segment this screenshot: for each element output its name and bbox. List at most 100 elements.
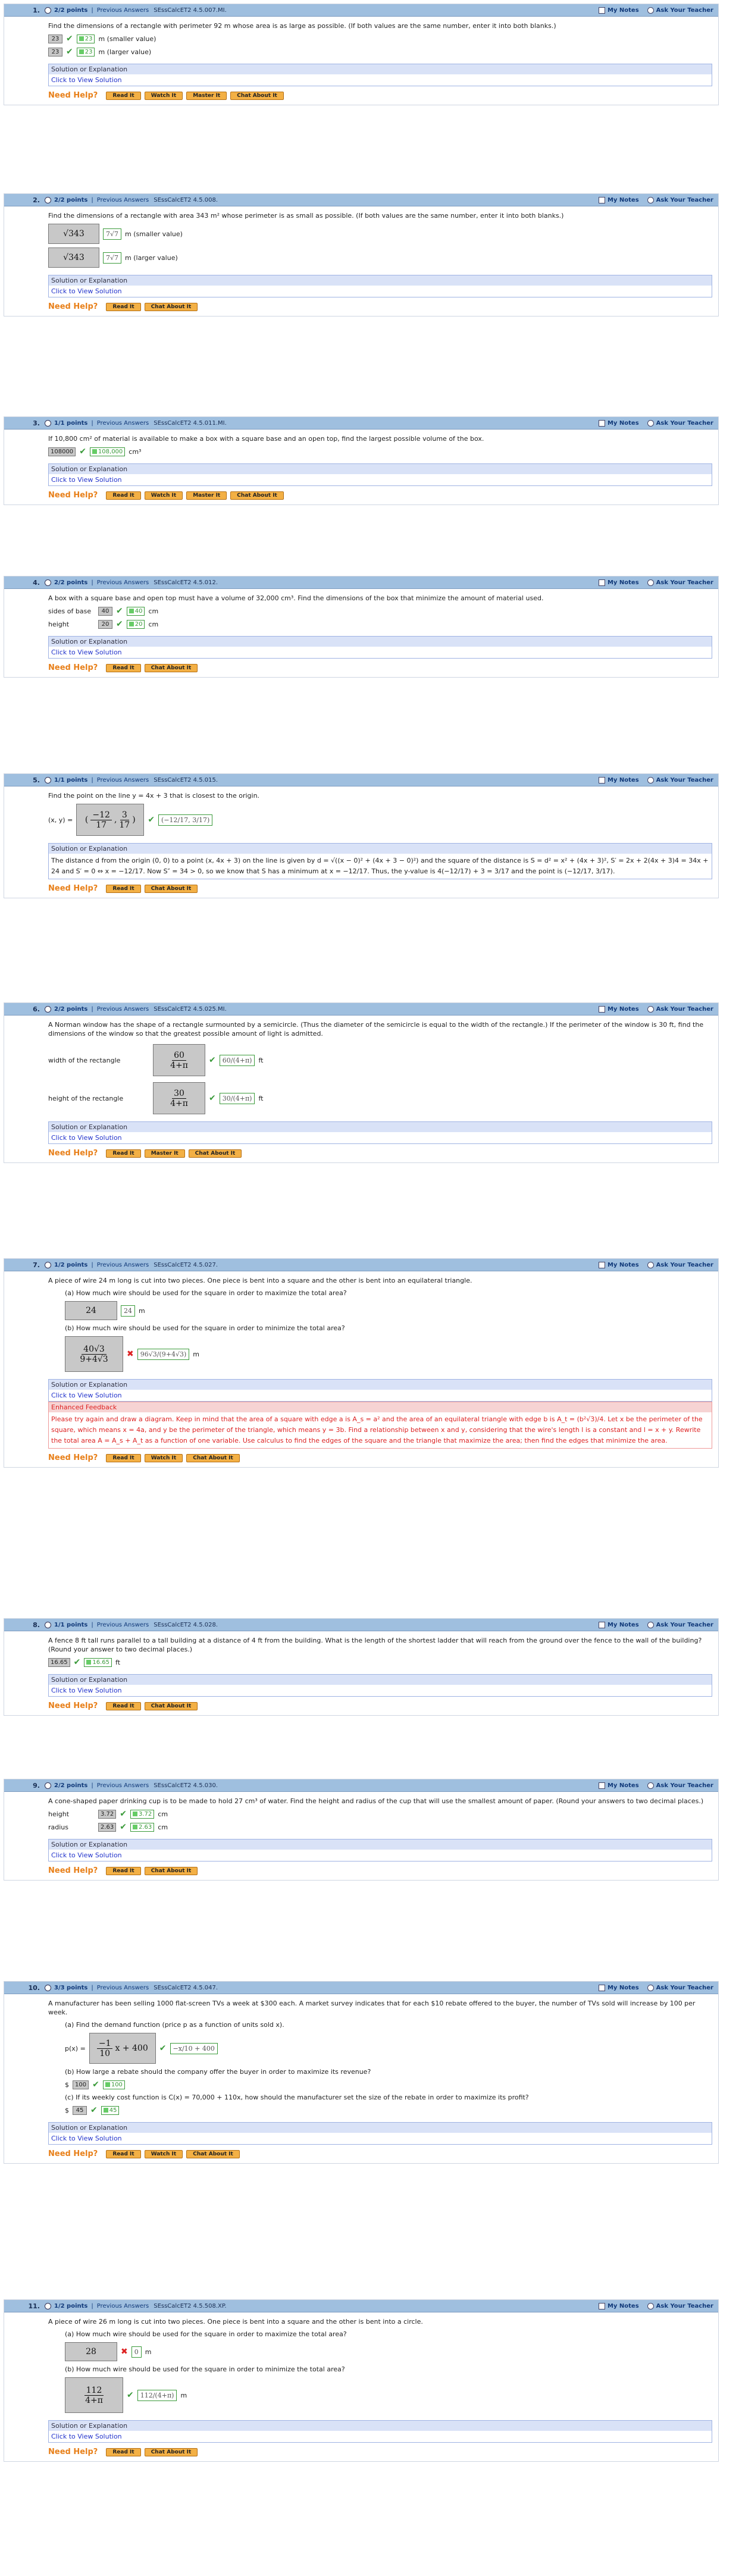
math-answer-box[interactable]: 30 4+π (153, 1082, 205, 1114)
my-notes-toggle[interactable]: My Notes (598, 2302, 639, 2309)
math-answer-box[interactable]: 60 4+π (153, 1044, 205, 1076)
submitted-answer[interactable]: 20 (98, 619, 112, 629)
radio-icon[interactable] (647, 2302, 654, 2309)
my-notes-toggle[interactable]: My Notes (598, 419, 639, 427)
radio-icon[interactable] (647, 1005, 654, 1013)
master-it-button[interactable]: Master It (144, 1149, 185, 1158)
chat-about-it-button[interactable]: Chat About It (186, 2149, 240, 2158)
checkbox-icon[interactable] (598, 1782, 605, 1789)
radio-icon[interactable] (647, 419, 654, 427)
ask-teacher-toggle[interactable]: Ask Your Teacher (647, 196, 713, 203)
read-it-button[interactable]: Read It (106, 1149, 141, 1158)
checkbox-icon[interactable] (598, 419, 605, 427)
ask-teacher-toggle[interactable]: Ask Your Teacher (647, 7, 713, 14)
checkbox-icon[interactable] (598, 7, 605, 14)
radio-icon[interactable] (647, 1621, 654, 1628)
my-notes-toggle[interactable]: My Notes (598, 579, 639, 586)
my-notes-toggle[interactable]: My Notes (598, 196, 639, 203)
ask-teacher-toggle[interactable]: Ask Your Teacher (647, 1984, 713, 1991)
radio-icon[interactable] (647, 776, 654, 784)
my-notes-toggle[interactable]: My Notes (598, 1005, 639, 1013)
ask-teacher-toggle[interactable]: Ask Your Teacher (647, 419, 713, 427)
ask-teacher-toggle[interactable]: Ask Your Teacher (647, 579, 713, 586)
previous-answers-link[interactable]: Previous Answers (97, 579, 149, 586)
chat-about-it-button[interactable]: Chat About It (144, 663, 198, 672)
read-it-button[interactable]: Read It (106, 302, 141, 311)
submitted-answer[interactable]: 40 (98, 606, 112, 616)
ask-teacher-toggle[interactable]: Ask Your Teacher (647, 1621, 713, 1628)
chat-about-it-button[interactable]: Chat About It (186, 1453, 240, 1462)
math-answer-box[interactable]: 112 4+π (65, 2377, 123, 2413)
radio-icon[interactable] (647, 1984, 654, 1991)
previous-answers-link[interactable]: Previous Answers (97, 2303, 149, 2309)
checkbox-icon[interactable] (598, 579, 605, 586)
chat-about-it-button[interactable]: Chat About It (230, 491, 284, 500)
chat-about-it-button[interactable]: Chat About It (188, 1149, 242, 1158)
previous-answers-link[interactable]: Previous Answers (97, 1006, 149, 1013)
math-answer-box[interactable]: 28 (65, 2342, 117, 2361)
my-notes-toggle[interactable]: My Notes (598, 1782, 639, 1789)
math-answer-box[interactable]: (−12 17, 3 17) (76, 804, 145, 836)
read-it-button[interactable]: Read It (106, 1866, 141, 1875)
chat-about-it-button[interactable]: Chat About It (144, 1866, 198, 1875)
read-it-button[interactable]: Read It (106, 884, 141, 893)
math-answer-box[interactable]: −1 10 x + 400 (89, 2033, 156, 2064)
previous-answers-link[interactable]: Previous Answers (97, 1782, 149, 1789)
watch-it-button[interactable]: Watch It (144, 491, 183, 500)
checkbox-icon[interactable] (598, 196, 605, 203)
submitted-answer[interactable]: 45 (73, 2105, 87, 2115)
watch-it-button[interactable]: Watch It (144, 91, 183, 100)
radio-icon[interactable] (647, 1782, 654, 1789)
chat-about-it-button[interactable]: Chat About It (144, 302, 198, 311)
radio-icon[interactable] (647, 196, 654, 203)
master-it-button[interactable]: Master It (186, 91, 227, 100)
checkbox-icon[interactable] (598, 2302, 605, 2309)
checkbox-icon[interactable] (598, 1261, 605, 1268)
my-notes-toggle[interactable]: My Notes (598, 1261, 639, 1268)
ask-teacher-toggle[interactable]: Ask Your Teacher (647, 1261, 713, 1268)
read-it-button[interactable]: Read It (106, 663, 141, 672)
read-it-button[interactable]: Read It (106, 91, 141, 100)
submitted-answer[interactable]: 108000 (48, 447, 76, 456)
math-answer-box[interactable]: 40√3 9+4√3 (65, 1336, 123, 1372)
watch-it-button[interactable]: Watch It (144, 1453, 183, 1462)
previous-answers-link[interactable]: Previous Answers (97, 1622, 149, 1628)
my-notes-toggle[interactable]: My Notes (598, 776, 639, 784)
submitted-answer[interactable]: 3.72 (98, 1809, 117, 1819)
read-it-button[interactable]: Read It (106, 1453, 141, 1462)
ask-teacher-toggle[interactable]: Ask Your Teacher (647, 776, 713, 784)
watch-it-button[interactable]: Watch It (144, 2149, 183, 2158)
click-to-view-solution[interactable]: Click to View Solution (49, 1390, 712, 1401)
checkbox-icon[interactable] (598, 776, 605, 784)
chat-about-it-button[interactable]: Chat About It (230, 91, 284, 100)
read-it-button[interactable]: Read It (106, 1701, 141, 1710)
read-it-button[interactable]: Read It (106, 491, 141, 500)
click-to-view-solution[interactable]: Click to View Solution (49, 2431, 712, 2442)
checkbox-icon[interactable] (598, 1005, 605, 1013)
checkbox-icon[interactable] (598, 1621, 605, 1628)
submitted-answer[interactable]: 2.63 (98, 1822, 117, 1832)
previous-answers-link[interactable]: Previous Answers (97, 1985, 149, 1991)
chat-about-it-button[interactable]: Chat About It (144, 2447, 198, 2456)
chat-about-it-button[interactable]: Chat About It (144, 884, 198, 893)
submitted-answer[interactable]: 23 (48, 47, 62, 57)
click-to-view-solution[interactable]: Click to View Solution (49, 1850, 712, 1861)
math-answer-box[interactable]: √343 (48, 224, 99, 244)
math-answer-box[interactable]: √343 (48, 247, 99, 268)
ask-teacher-toggle[interactable]: Ask Your Teacher (647, 2302, 713, 2309)
previous-answers-link[interactable]: Previous Answers (97, 777, 149, 784)
read-it-button[interactable]: Read It (106, 2447, 141, 2456)
checkbox-icon[interactable] (598, 1984, 605, 1991)
ask-teacher-toggle[interactable]: Ask Your Teacher (647, 1005, 713, 1013)
chat-about-it-button[interactable]: Chat About It (144, 1701, 198, 1710)
click-to-view-solution[interactable]: Click to View Solution (49, 1685, 712, 1696)
previous-answers-link[interactable]: Previous Answers (97, 7, 149, 14)
my-notes-toggle[interactable]: My Notes (598, 7, 639, 14)
submitted-answer[interactable]: 100 (73, 2080, 89, 2089)
master-it-button[interactable]: Master It (186, 491, 227, 500)
math-answer-box[interactable]: 24 (65, 1301, 117, 1320)
radio-icon[interactable] (647, 579, 654, 586)
previous-answers-link[interactable]: Previous Answers (97, 197, 149, 203)
click-to-view-solution[interactable]: Click to View Solution (49, 74, 712, 86)
ask-teacher-toggle[interactable]: Ask Your Teacher (647, 1782, 713, 1789)
